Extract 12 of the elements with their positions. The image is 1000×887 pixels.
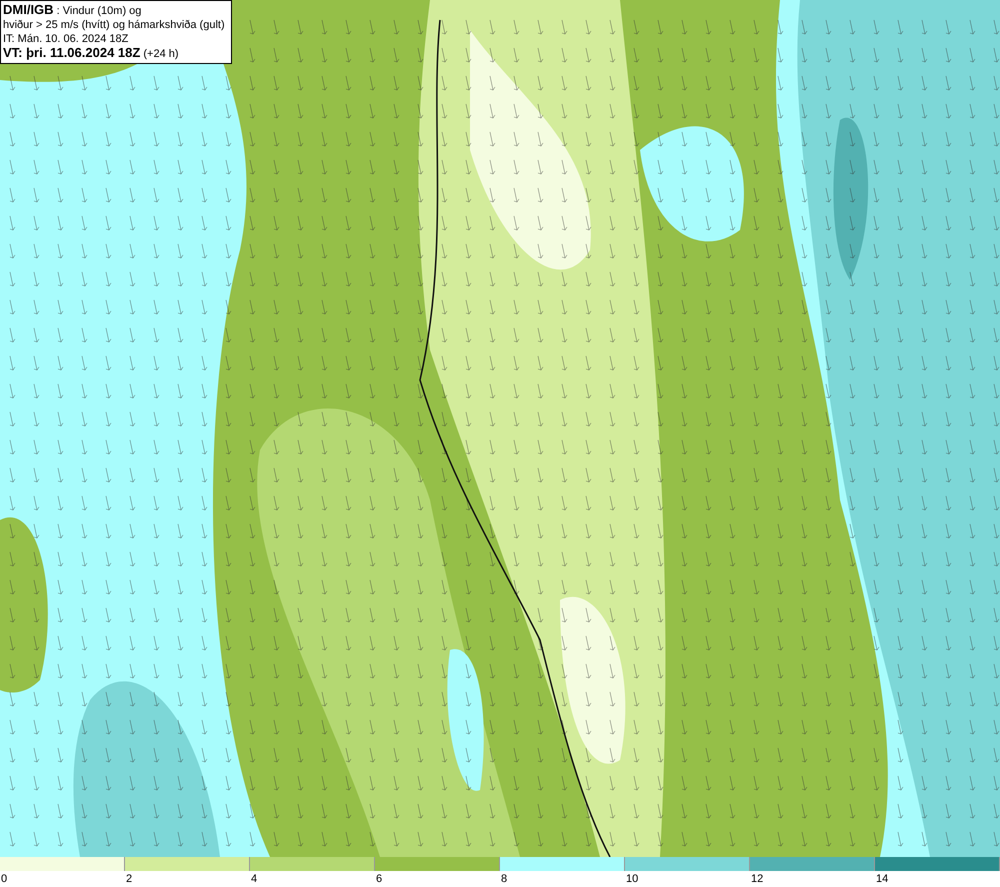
legend-tick-label: 6 <box>375 873 382 885</box>
legend-tick-label: 10 <box>625 873 638 885</box>
title-line: IT: Mán. 10. 06. 2024 18Z <box>3 32 130 46</box>
title-line: VT: þri. 11.06.2024 18Z (+24 h) <box>3 46 180 61</box>
legend-tick-label: 2 <box>125 873 132 885</box>
legend-tick-label: 0 <box>0 873 8 885</box>
legend-tick-label: 14 <box>875 873 888 885</box>
legend-tick-label: 12 <box>750 873 764 885</box>
title-line: hviður > 25 m/s (hvítt) og hámarkshviða (gult) <box>3 18 225 32</box>
title-line: DMI/IGB : Vindur (10m) og <box>3 3 142 18</box>
legend-tick-label: 4 <box>250 873 258 885</box>
legend-tick-label: 8 <box>500 873 508 885</box>
